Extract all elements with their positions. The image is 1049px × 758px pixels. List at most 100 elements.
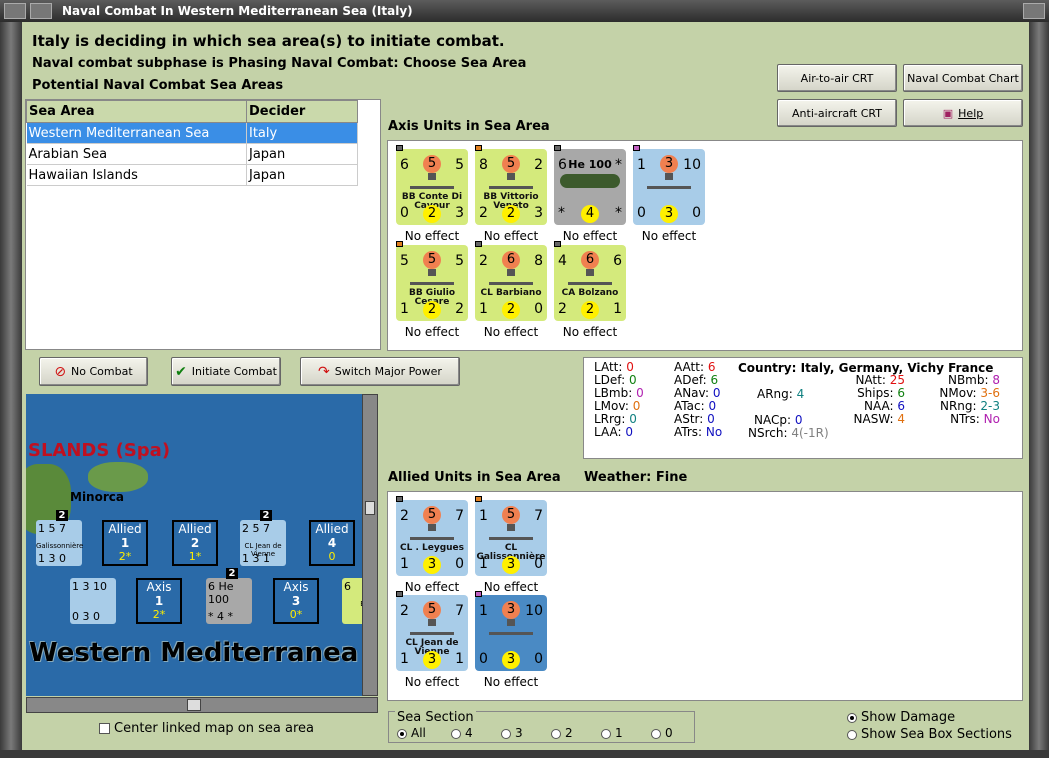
- no-combat-button[interactable]: ⊘ No Combat: [39, 357, 148, 386]
- sea-section-option-4[interactable]: 4: [451, 726, 501, 740]
- allied-unit-3[interactable]: 1 10 3 0 0 3: [475, 591, 547, 671]
- defense-value: 3: [502, 651, 520, 669]
- show-damage-radio[interactable]: Show Damage: [847, 710, 955, 725]
- nation-flag-icon: [396, 591, 403, 597]
- axis-unit-1[interactable]: 825BB Vittorio Veneto232: [475, 145, 547, 225]
- axis-unit-0[interactable]: 655BB Conte Di Cavour032: [396, 145, 468, 225]
- radio-dot[interactable]: [847, 729, 857, 740]
- ship-icon: [647, 173, 691, 189]
- checkbox-box[interactable]: [99, 723, 110, 734]
- defense-value: 2: [423, 301, 441, 319]
- sea-section-title: Sea Section: [395, 710, 476, 725]
- sea-area-table: Sea Area Decider Western Mediterranean S…: [26, 100, 358, 186]
- axis-units-title: Axis Units in Sea Area: [388, 119, 550, 134]
- radio-dot[interactable]: [651, 728, 661, 739]
- stack-count-badge: 2: [260, 510, 272, 521]
- effect-label: No effect: [562, 229, 618, 243]
- table-row[interactable]: Western Mediterranean Sea Italy: [26, 122, 358, 144]
- sea-box-allied-4[interactable]: Allied 4 0: [309, 520, 355, 566]
- allied-unit-1[interactable]: 175CL Galissonnière103: [475, 496, 547, 576]
- sea-area-map[interactable]: SLANDS (Spa) Minorca Western Mediterrane…: [26, 394, 362, 696]
- sea-box-axis-3[interactable]: Axis 3 0*: [273, 578, 319, 624]
- radio-dot[interactable]: [551, 728, 561, 739]
- nation-flag-icon: [554, 145, 561, 151]
- naval-combat-chart-button[interactable]: Naval Combat Chart: [903, 64, 1023, 92]
- potential-areas-label: Potential Naval Combat Sea Areas: [32, 78, 284, 93]
- effect-label: No effect: [483, 675, 539, 689]
- show-sections-radio[interactable]: Show Sea Box Sections: [847, 727, 1012, 742]
- ship-icon: [410, 524, 454, 540]
- radio-dot[interactable]: [501, 728, 511, 739]
- defense-value: 2: [581, 301, 599, 319]
- axis-unit-5[interactable]: 2 8 6 CL Barbiano 1 0 2: [475, 241, 547, 321]
- sea-section-option-0[interactable]: 0: [651, 726, 701, 740]
- effect-label: No effect: [404, 325, 460, 339]
- stack-count-badge: 2: [226, 568, 238, 579]
- window-title: Naval Combat In Western Mediterranean Se…: [62, 4, 413, 18]
- switch-major-power-button[interactable]: ↷ Switch Major Power: [300, 357, 460, 386]
- defense-value: 3: [423, 651, 441, 669]
- axis-unit-2[interactable]: 6 * He 100 * * 4: [554, 145, 626, 225]
- unit-name: CA Bolzano: [561, 288, 619, 298]
- sea-box-allied-1[interactable]: Allied 1 2*: [102, 520, 148, 566]
- defense-value: 2: [502, 205, 520, 223]
- initiate-combat-button[interactable]: ✔ Initiate Combat: [171, 357, 281, 386]
- sea-section-group: Sea Section All 4 3 2 1 0: [388, 710, 695, 743]
- anti-aircraft-crt-button[interactable]: Anti-aircraft CRT: [777, 99, 897, 127]
- nation-flag-icon: [396, 145, 403, 151]
- axis-unit-3[interactable]: 1 10 3 0 0 3: [633, 145, 705, 225]
- nation-flag-icon: [475, 145, 482, 151]
- stack-count-badge: 2: [56, 510, 68, 521]
- attack-value: 5: [502, 155, 520, 173]
- scroll-thumb[interactable]: [365, 501, 375, 515]
- nation-flag-icon: [475, 496, 482, 502]
- radio-dot[interactable]: [397, 728, 407, 739]
- axis-unit-6[interactable]: 4 6 6 CA Bolzano 2 1 2: [554, 241, 626, 321]
- scroll-thumb[interactable]: [187, 699, 201, 711]
- title-bar: Naval Combat In Western Mediterranean Se…: [0, 0, 1049, 22]
- table-row[interactable]: Arabian Sea Japan: [26, 143, 358, 165]
- allied-unit-0[interactable]: 2 7 5 CL . Leygues 1 0 3: [396, 496, 468, 576]
- naval-stats-a: NAtt: 25 Ships: 6 NAA: 6 NASW: 4: [853, 373, 905, 426]
- map-horizontal-scrollbar[interactable]: [26, 697, 378, 713]
- table-row[interactable]: Hawaiian Islands Japan: [26, 164, 358, 186]
- col-decider[interactable]: Decider: [246, 100, 358, 123]
- islands-label: SLANDS (Spa): [28, 440, 171, 461]
- allied-unit-2[interactable]: 275CL Jean de Vienne113: [396, 591, 468, 671]
- sea-section-option-2[interactable]: 2: [551, 726, 601, 740]
- effect-label: No effect: [404, 580, 460, 594]
- map-vertical-scrollbar[interactable]: [362, 394, 378, 696]
- center-map-checkbox[interactable]: Center linked map on sea area: [99, 721, 314, 736]
- col-sea-area[interactable]: Sea Area: [26, 100, 247, 123]
- map-unit-counter[interactable]: 1 5 7 Galissonnière 1 3 0: [36, 520, 83, 566]
- effect-label: No effect: [483, 325, 539, 339]
- map-unit-counter[interactable]: 6BB: [342, 578, 362, 624]
- attack-value: 5: [423, 506, 441, 524]
- sea-section-option-3[interactable]: 3: [501, 726, 551, 740]
- radio-dot[interactable]: [451, 728, 461, 739]
- sea-box-axis-1[interactable]: Axis 1 2*: [136, 578, 182, 624]
- table-header: Sea Area Decider: [26, 100, 358, 123]
- map-unit-counter[interactable]: 6 He 100 * 4 *: [206, 578, 252, 624]
- naval-stats-b: NBmb: 8 NMov: 3-6 NRng: 2-3 NTrs: No: [939, 373, 1000, 426]
- unit-name: CL Barbiano: [480, 288, 542, 298]
- radio-dot[interactable]: [601, 728, 611, 739]
- effect-label: No effect: [404, 675, 460, 689]
- axis-unit-4[interactable]: 555BB Giulio Cesare122: [396, 241, 468, 321]
- minimize-icon[interactable]: [30, 3, 52, 19]
- close-icon[interactable]: [1023, 3, 1045, 19]
- help-button[interactable]: ▣ Help: [903, 99, 1023, 127]
- attack-value: 3: [502, 601, 520, 619]
- ship-icon: [489, 269, 533, 285]
- system-menu-icon[interactable]: [4, 3, 26, 19]
- nation-flag-icon: [475, 241, 482, 247]
- attack-value: 5: [423, 601, 441, 619]
- map-unit-counter[interactable]: 2 5 7 CL Jean de Vienne 1 3 1: [240, 520, 286, 566]
- sea-section-option-all[interactable]: All: [397, 726, 451, 740]
- radio-dot[interactable]: [847, 712, 857, 723]
- nation-flag-icon: [396, 241, 403, 247]
- sea-section-option-1[interactable]: 1: [601, 726, 651, 740]
- map-unit-counter[interactable]: 1 3 10 0 3 0: [70, 578, 116, 624]
- air-to-air-crt-button[interactable]: Air-to-air CRT: [777, 64, 897, 92]
- sea-box-allied-2[interactable]: Allied 2 1*: [172, 520, 218, 566]
